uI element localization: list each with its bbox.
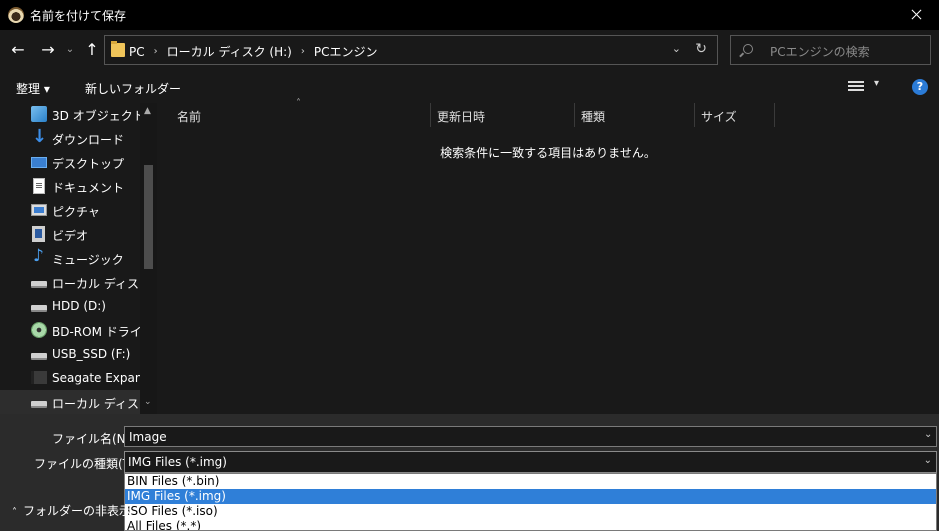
save-options-panel: ファイル名(N): ⌄ ファイルの種類(T): IMG Files (*.img… [0,414,939,531]
forward-button[interactable]: → [36,38,60,62]
download-icon [31,126,47,147]
sidebar-item-downloads[interactable]: ダウンロード [0,126,140,150]
sidebar-item-label: HDD (D:) [52,299,106,313]
title-bar: 名前を付けて保存 [0,0,939,30]
bd-rom-icon [31,322,47,338]
search-input[interactable]: PCエンジンの検索 [730,35,931,65]
close-button[interactable] [893,0,939,30]
sidebar-item-bd-rom[interactable]: BD-ROM ドライブ [0,318,140,342]
sidebar-item-hdd-d[interactable]: HDD (D:) [0,294,140,318]
search-icon [743,44,753,54]
desktop-icon [31,157,47,168]
chevron-down-icon[interactable]: ⌄ [924,429,932,440]
navigation-bar: ← → ⌄ ↑ PC › ローカル ディスク (H:) › PCエンジン ⌄ ↻… [0,30,939,70]
breadcrumb-item-pc-engine[interactable]: PCエンジン [314,43,378,60]
breadcrumb: PC › ローカル ディスク (H:) › PCエンジン [129,43,377,60]
address-bar[interactable]: PC › ローカル ディスク (H:) › PCエンジン ⌄ ↻ [104,35,718,65]
sidebar-item-3d-objects[interactable]: 3D オブジェクト [0,103,140,126]
up-button[interactable]: ↑ [80,38,104,62]
column-header-name[interactable]: 名前 [177,108,201,130]
column-divider[interactable] [774,103,775,127]
sidebar-item-music[interactable]: ミュージック [0,246,140,270]
hide-folders-button[interactable]: ˄ フォルダーの非表示 [12,502,131,519]
view-options-button[interactable]: ▾ [848,78,888,94]
sidebar-item-label: ミュージック [52,253,124,267]
sidebar-item-label: ローカル ディスク (C [52,277,140,291]
command-bar: 整理 ▾ 新しいフォルダー ▾ ? [0,70,939,103]
filetype-option-img[interactable]: IMG Files (*.img) [125,489,936,504]
column-header-modified[interactable]: 更新日時 [437,108,485,130]
filetype-option-iso[interactable]: ISO Files (*.iso) [125,504,936,519]
sidebar-item-label: ダウンロード [52,133,125,147]
filetype-dropdown-list: BIN Files (*.bin) IMG Files (*.img) ISO … [124,473,937,531]
scroll-thumb[interactable] [144,165,153,269]
chevron-right-icon[interactable]: › [301,46,305,57]
sidebar-item-label: ローカル ディスク (H [52,397,140,411]
scroll-up-button[interactable]: ▲ [144,106,151,116]
hide-folders-label: フォルダーの非表示 [23,504,132,518]
pictures-icon [31,204,47,216]
sidebar-item-label: Seagate Expansic [52,371,140,385]
drive-icon [31,401,47,408]
sidebar-item-label: BD-ROM ドライブ [52,325,140,339]
file-list[interactable]: ˄ 名前 更新日時 種類 サイズ 検索条件に一致する項目はありません。 [157,98,939,414]
sidebar-item-pictures[interactable]: ピクチャ [0,198,140,222]
breadcrumb-item-pc[interactable]: PC [129,45,145,59]
filetype-select[interactable]: IMG Files (*.img) ⌄ [124,451,937,473]
empty-message: 検索条件に一致する項目はありません。 [440,146,656,160]
drive-icon [31,305,47,312]
recent-locations-button[interactable]: ⌄ [62,38,78,62]
app-icon [8,7,24,23]
3d-objects-icon [31,106,47,122]
organize-button[interactable]: 整理 ▾ [16,80,50,97]
breadcrumb-item-local-disk-h[interactable]: ローカル ディスク (H:) [167,43,292,60]
sidebar-item-label: デスクトップ [52,157,125,171]
column-header-size[interactable]: サイズ [701,108,737,130]
column-divider[interactable] [574,103,575,127]
refresh-button[interactable]: ↻ [695,41,707,57]
drive-icon [31,353,47,360]
scroll-down-button[interactable]: ⌄ [144,397,152,407]
column-divider[interactable] [694,103,695,127]
sidebar-item-label: ドキュメント [52,181,125,195]
external-drive-icon [31,371,47,384]
sort-ascending-icon: ˄ [296,98,301,109]
filename-label: ファイル名(N): [52,432,135,446]
new-folder-button[interactable]: 新しいフォルダー [85,80,181,97]
chevron-down-icon: ▾ [874,78,880,89]
video-icon [32,226,45,242]
sidebar-item-label: ピクチャ [52,205,100,219]
filename-field[interactable] [124,426,937,447]
filetype-option-all[interactable]: All Files (*.*) [125,519,936,530]
document-icon [33,178,45,194]
sidebar-item-local-disk-c[interactable]: ローカル ディスク (C [0,270,140,294]
column-header-type[interactable]: 種類 [581,108,605,130]
address-dropdown-button[interactable]: ⌄ [672,42,681,55]
sidebar-item-usb-ssd[interactable]: USB_SSD (F:) [0,342,140,366]
sidebar-item-documents[interactable]: ドキュメント [0,174,140,198]
sidebar-item-label: USB_SSD (F:) [52,347,131,361]
navigation-pane: 3D オブジェクト ダウンロード デスクトップ ドキュメント ピクチャ ビデオ … [0,103,157,414]
chevron-down-icon: ⌄ [923,455,932,466]
filetype-selected-value: IMG Files (*.img) [128,455,227,469]
back-button[interactable]: ← [6,38,30,62]
chevron-right-icon[interactable]: › [154,46,158,57]
music-icon [31,246,47,266]
column-divider[interactable] [430,103,431,127]
filetype-option-bin[interactable]: BIN Files (*.bin) [125,474,936,489]
sidebar-item-seagate[interactable]: Seagate Expansic [0,366,140,390]
help-button[interactable]: ? [912,79,928,95]
window-title: 名前を付けて保存 [30,9,127,23]
sidebar-item-label: 3D オブジェクト [52,109,140,123]
drive-icon [31,281,47,288]
details-view-icon [848,81,864,93]
sidebar-scrollbar[interactable]: ▲ ⌄ [140,103,157,414]
sidebar-item-local-disk-h[interactable]: ローカル ディスク (H [0,390,140,414]
sidebar-item-desktop[interactable]: デスクトップ [0,150,140,174]
sidebar-item-videos[interactable]: ビデオ [0,222,140,246]
chevron-up-icon: ˄ [12,507,17,518]
sidebar-item-label: ビデオ [52,229,89,243]
folder-icon [111,41,125,57]
search-placeholder: PCエンジンの検索 [770,45,870,59]
